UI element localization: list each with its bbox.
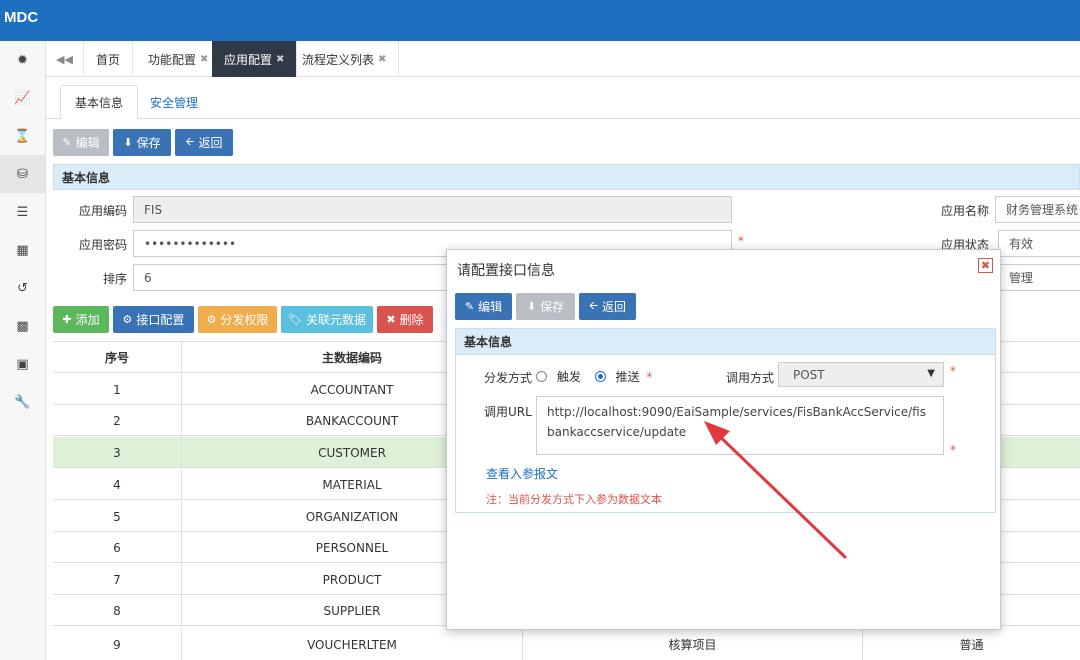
row-no: 6 <box>53 532 182 563</box>
dist-mode-radios: 触发 推送 * <box>536 368 652 385</box>
row-name: 核算项目 <box>523 629 863 660</box>
app-status-select[interactable]: 有效 <box>998 230 1080 257</box>
gear-icon: ⚙ <box>122 313 133 326</box>
tab-process-list[interactable]: 流程定义列表 ✖ <box>290 41 400 77</box>
app-name-label: 应用名称 <box>940 204 989 218</box>
plus-icon: ✚ <box>62 313 72 326</box>
dashboard-icon[interactable]: ✹ <box>0 41 45 79</box>
radio-push-label: 推送 <box>615 370 640 384</box>
row-no: 4 <box>53 469 182 500</box>
app-name-input[interactable]: 财务管理系统 <box>995 196 1080 223</box>
dialog-save-button[interactable]: ⬇ 保存 <box>516 293 575 320</box>
sort-input[interactable]: 6 <box>133 264 453 291</box>
film-icon[interactable]: ▩ <box>0 307 45 345</box>
call-url-label: 调用URL <box>484 405 532 419</box>
grid-icon[interactable]: ▦ <box>0 231 45 269</box>
row-no: 9 <box>53 629 182 660</box>
row-no: 3 <box>53 437 182 468</box>
dialog-edit-button[interactable]: ✎ 编辑 <box>455 293 512 320</box>
required-mark: * <box>646 370 653 384</box>
add-button[interactable]: ✚ 添加 <box>53 306 109 333</box>
distribute-permission-button[interactable]: ⚙ 分发权限 <box>198 306 277 333</box>
chevron-down-icon: ▼ <box>927 368 935 379</box>
dist-mode-label: 分发方式 <box>484 371 533 385</box>
subtab-security[interactable]: 安全管理 <box>136 85 212 119</box>
row-no: 2 <box>53 405 182 436</box>
row-no: 1 <box>53 374 182 405</box>
arrow-left-icon: 🡨 <box>185 135 195 148</box>
top-bar: MDC <box>0 0 1080 41</box>
app-code-label: 应用编码 <box>78 204 127 218</box>
row-no: 5 <box>53 501 182 532</box>
tab-bar: ◀◀ 首页 功能配置 ✖ 应用配置 ✖ 流程定义列表 ✖ <box>46 41 1080 77</box>
close-icon[interactable]: ✖ <box>978 258 993 273</box>
spinner-icon[interactable]: ⌛ <box>0 117 45 155</box>
history-icon[interactable]: ↺ <box>0 269 45 307</box>
tab-scroll-left-icon[interactable]: ◀◀ <box>46 41 84 77</box>
save-button[interactable]: ⬇ 保存 <box>113 129 171 156</box>
close-icon[interactable]: ✖ <box>378 54 386 65</box>
back-button[interactable]: 🡨 返回 <box>175 129 233 156</box>
dialog-title: 请配置接口信息 <box>457 263 555 279</box>
table-row[interactable]: 9 VOUCHERLTEM 核算项目 普通 <box>53 629 1080 660</box>
row-no: 7 <box>53 564 182 595</box>
row-type: 普通 <box>959 638 984 652</box>
row-no: 8 <box>53 595 182 626</box>
delete-button[interactable]: ✖ 删除 <box>377 306 433 333</box>
required-mark: * <box>738 234 744 248</box>
brand-logo[interactable]: MDC <box>4 9 38 26</box>
dialog-basic-header: 基本信息 <box>456 329 995 355</box>
download-icon: ⬇ <box>526 300 537 313</box>
close-icon[interactable]: ✖ <box>200 54 208 65</box>
tag-icon: 🏷 <box>288 313 302 326</box>
sort-label: 排序 <box>102 272 127 286</box>
download-icon: ⬇ <box>123 136 133 149</box>
interface-config-button[interactable]: ⚙ 接口配置 <box>113 306 194 333</box>
tab-function-config[interactable]: 功能配置 ✖ <box>136 41 222 77</box>
link-metadata-button[interactable]: 🏷 关联元数据 <box>281 306 373 333</box>
edit-button[interactable]: ✎ 编辑 <box>53 129 109 156</box>
list-icon[interactable]: ☰ <box>0 193 45 231</box>
sub-tabs: 基本信息 安全管理 <box>46 77 1080 119</box>
sidebar: ✹ 📈 ⌛ ⛁ ☰ ▦ ↺ ▩ ▣ 🔧 <box>0 41 46 660</box>
edit-icon: ✎ <box>62 136 72 149</box>
chart-icon[interactable]: 📈 <box>0 79 45 117</box>
arrow-left-icon: 🡨 <box>589 299 598 312</box>
call-mode-select[interactable]: POST ▼ <box>778 362 944 387</box>
annotation-arrow-icon <box>704 421 847 559</box>
wrench-icon[interactable]: 🔧 <box>0 383 45 421</box>
basic-info-header: 基本信息 <box>53 164 1080 190</box>
app-pwd-label: 应用密码 <box>78 238 127 252</box>
tab-app-config[interactable]: 应用配置 ✖ <box>212 41 298 77</box>
row-code: VOUCHERLTEM <box>182 629 523 660</box>
radio-trigger[interactable] <box>536 371 547 382</box>
archive-icon[interactable]: ▣ <box>0 345 45 383</box>
close-icon: ✖ <box>386 313 396 326</box>
dist-mode-note: 注：当前分发方式下入参为数据文本 <box>486 493 662 506</box>
app-code-input[interactable]: FIS <box>133 196 732 223</box>
close-icon[interactable]: ✖ <box>276 54 284 65</box>
radio-trigger-label: 触发 <box>556 370 581 384</box>
column-header-no[interactable]: 序号 <box>53 342 182 373</box>
database-icon[interactable]: ⛁ <box>0 155 45 193</box>
radio-push[interactable] <box>594 371 606 382</box>
required-mark: * <box>950 443 956 457</box>
subtab-basic-info[interactable]: 基本信息 <box>60 85 139 119</box>
call-mode-label: 调用方式 <box>726 371 775 385</box>
tab-home[interactable]: 首页 <box>84 41 134 77</box>
required-mark: * <box>950 364 956 378</box>
management-field[interactable]: 管理 <box>998 264 1080 291</box>
edit-icon: ✎ <box>464 300 475 313</box>
dialog-back-button[interactable]: 🡨 返回 <box>579 293 636 320</box>
gear-icon: ⚙ <box>206 313 217 326</box>
view-params-link[interactable]: 查看入参报文 <box>486 465 558 482</box>
